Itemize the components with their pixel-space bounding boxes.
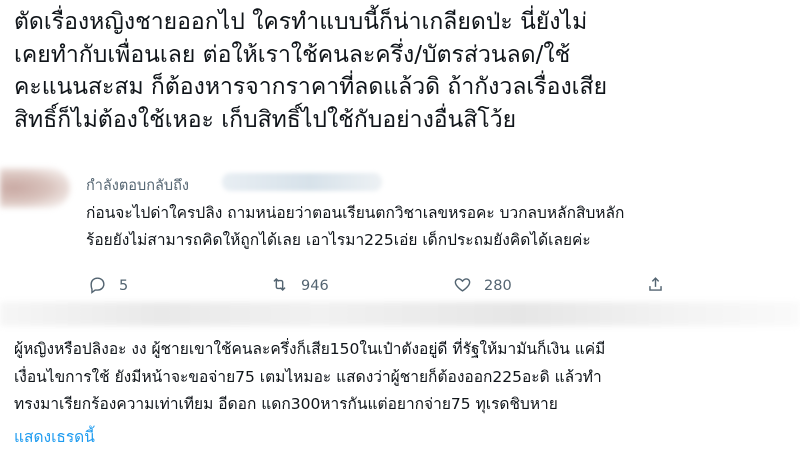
reply-tweet-text: ก่อนจะไปด่าใครปลิง ถามหน่อยว่าตอนเรียนตก… — [86, 200, 786, 254]
tweet-action-bar: 5 946 280 — [0, 274, 800, 298]
second-tweet-line: ทรงมาเรียกร้องความเท่าเทียม อีดอก แดก300… — [14, 395, 558, 413]
main-tweet-line: คะแนนสะสม ก็ต้องหารจากราคาที่ลดแล้วดิ ถ้… — [14, 74, 608, 100]
reply-tweet-line: ร้อยยังไม่สามารถคิดให้ถูกได้เลย เอาไรมา2… — [86, 231, 591, 249]
second-tweet-line: ผู้หญิงหรือปลิงอะ งง ผู้ชายเขาใช้คนละครึ… — [14, 340, 606, 358]
main-tweet-line: เคยทำกับเพื่อนเลย ต่อให้เราใช้คนละครึ่ง/… — [14, 41, 571, 68]
avatar[interactable] — [0, 168, 70, 208]
share-icon — [646, 275, 665, 298]
second-tweet-line: เงื่อนไขการใช้ ยังมีหน้าจะขอจ่าย75 เตมไห… — [14, 367, 602, 386]
reply-count: 5 — [119, 278, 129, 294]
second-tweet-text: ผู้หญิงหรือปลิงอะ งง ผู้ชายเขาใช้คนละครึ… — [14, 336, 794, 419]
show-thread-link[interactable]: แสดงเธรดนี้ — [14, 424, 95, 449]
replying-to-handle-blurred[interactable] — [222, 173, 382, 191]
reply-button[interactable]: 5 — [88, 274, 128, 298]
like-count: 280 — [484, 278, 512, 294]
replying-to-label: กำลังตอบกลับถึง — [86, 178, 189, 194]
main-tweet-line: ตัดเรื่องหญิงชายออกไป ใครทำแบบนี้ก็น่าเก… — [14, 9, 588, 35]
blurred-user-header — [0, 302, 800, 326]
reply-icon — [88, 275, 107, 298]
retweet-icon — [270, 275, 289, 298]
retweet-button[interactable]: 946 — [270, 274, 329, 298]
retweet-count: 946 — [301, 278, 329, 294]
like-button[interactable]: 280 — [453, 274, 512, 298]
reply-tweet-line: ก่อนจะไปด่าใครปลิง ถามหน่อยว่าตอนเรียนตก… — [86, 204, 625, 222]
share-button[interactable] — [646, 274, 665, 298]
heart-icon — [453, 275, 472, 298]
main-tweet-text: ตัดเรื่องหญิงชายออกไป ใครทำแบบนี้ก็น่าเก… — [14, 6, 790, 136]
main-tweet-line: สิทธิ์ก็ไม่ต้องใช้เหอะ เก็บสิทธิ์ไปใช้กั… — [14, 106, 517, 133]
